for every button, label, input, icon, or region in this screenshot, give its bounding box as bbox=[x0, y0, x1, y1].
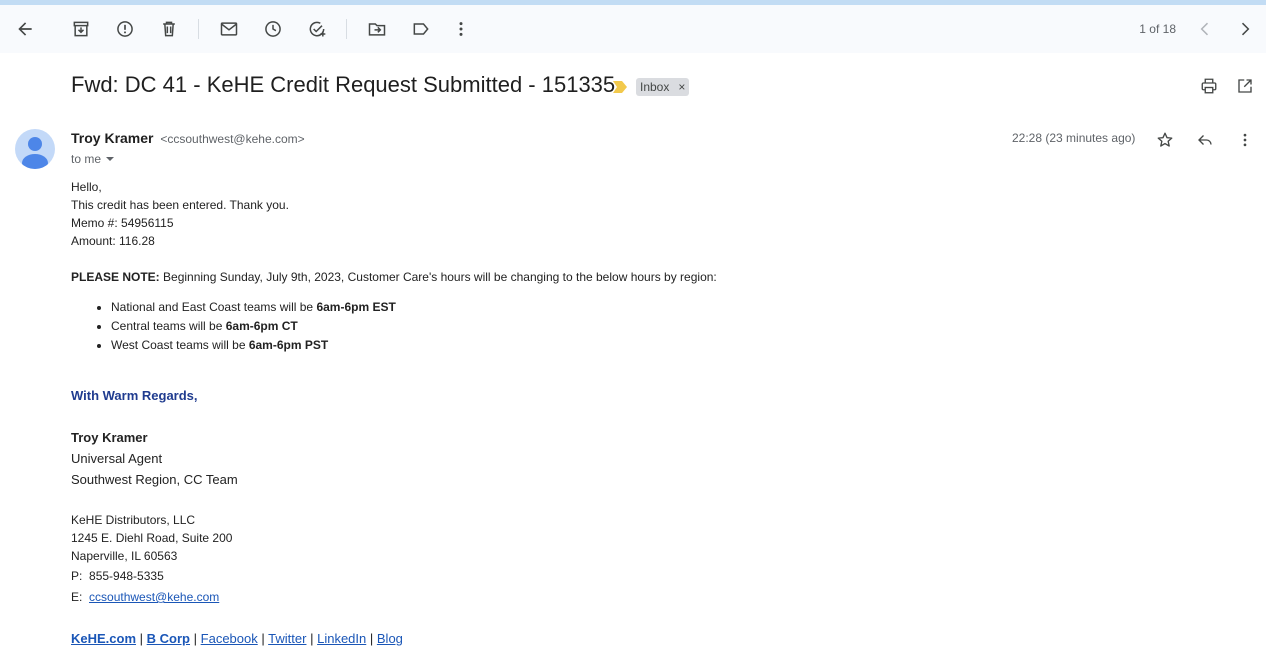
person-icon bbox=[22, 137, 48, 169]
archive-icon bbox=[73, 21, 89, 37]
hours-list: National and East Coast teams will be 6a… bbox=[71, 298, 396, 355]
print-all-button[interactable] bbox=[1193, 70, 1225, 102]
link-kehe[interactable]: KeHE.com bbox=[71, 631, 136, 646]
caret-down-icon bbox=[106, 157, 115, 161]
link-separator: | bbox=[369, 631, 374, 646]
newer-button[interactable] bbox=[1185, 9, 1225, 49]
label-icon bbox=[413, 23, 429, 35]
labels-button[interactable] bbox=[401, 9, 441, 49]
star-button[interactable] bbox=[1153, 128, 1177, 152]
printer-icon bbox=[1201, 78, 1217, 94]
importance-marker-icon[interactable] bbox=[613, 81, 627, 93]
message-subject: Fwd: DC 41 - KeHE Credit Request Submitt… bbox=[71, 72, 616, 97]
message-toolbar: 1 of 18 bbox=[0, 5, 1266, 53]
message-time: 22:28 (23 minutes ago) bbox=[1012, 131, 1136, 145]
memo-line: Memo #: 54956115 bbox=[71, 216, 174, 230]
subject-row: Fwd: DC 41 - KeHE Credit Request Submitt… bbox=[0, 70, 1266, 106]
note-text: Beginning Sunday, July 9th, 2023, Custom… bbox=[159, 270, 717, 284]
link-facebook[interactable]: Facebook bbox=[201, 631, 258, 646]
star-icon bbox=[1157, 132, 1173, 147]
back-button[interactable] bbox=[5, 9, 45, 49]
label-chip-inbox: Inbox × bbox=[636, 78, 690, 96]
label-chip-text: Inbox bbox=[640, 80, 670, 94]
list-item: National and East Coast teams will be 6a… bbox=[111, 298, 396, 317]
toolbar-divider bbox=[198, 19, 199, 39]
open-new-window-button[interactable] bbox=[1229, 70, 1261, 102]
chevron-left-icon bbox=[1200, 22, 1209, 36]
link-separator: | bbox=[261, 631, 265, 646]
trash-icon bbox=[163, 21, 175, 37]
move-to-folder-icon bbox=[368, 23, 386, 36]
chevron-right-icon bbox=[1241, 22, 1250, 36]
hours-value: 6am-6pm EST bbox=[316, 300, 396, 314]
signature-company: KeHE Distributors, LLC bbox=[71, 513, 196, 527]
signature-team: Southwest Region, CC Team bbox=[71, 472, 238, 487]
link-separator: | bbox=[310, 631, 314, 646]
signature-name: Troy Kramer bbox=[71, 430, 148, 445]
recipient-text: to me bbox=[71, 152, 102, 166]
hours-region: Central teams will be bbox=[111, 319, 226, 333]
add-task-button[interactable] bbox=[297, 9, 337, 49]
report-spam-icon bbox=[117, 21, 133, 37]
signature-address-line1: 1245 E. Diehl Road, Suite 200 bbox=[71, 531, 233, 545]
link-blog[interactable]: Blog bbox=[377, 631, 403, 646]
recipient-details-toggle[interactable]: to me bbox=[71, 152, 115, 166]
list-item: West Coast teams will be 6am-6pm PST bbox=[111, 336, 396, 355]
email-link[interactable]: ccsouthwest@kehe.com bbox=[89, 590, 219, 604]
more-vert-icon bbox=[1243, 133, 1247, 147]
hours-value: 6am-6pm CT bbox=[225, 319, 298, 333]
clock-icon bbox=[265, 21, 281, 37]
amount-line: Amount: 116.28 bbox=[71, 234, 155, 248]
signature-phone-line: P: 855-948-5335 bbox=[71, 569, 164, 583]
archive-button[interactable] bbox=[61, 9, 101, 49]
reply-button[interactable] bbox=[1193, 128, 1217, 152]
mail-icon bbox=[220, 22, 238, 36]
mark-unread-button[interactable] bbox=[209, 9, 249, 49]
phone-label: P: bbox=[71, 569, 83, 583]
email-label: E: bbox=[71, 590, 83, 604]
report-spam-button[interactable] bbox=[105, 9, 145, 49]
link-linkedin[interactable]: LinkedIn bbox=[317, 631, 366, 646]
more-button[interactable] bbox=[441, 9, 481, 49]
sender-line: Troy Kramer <ccsouthwest@kehe.com> bbox=[71, 130, 305, 146]
signature-email-line: E: ccsouthwest@kehe.com bbox=[71, 590, 219, 604]
message-more-button[interactable] bbox=[1233, 128, 1257, 152]
snooze-button[interactable] bbox=[253, 9, 293, 49]
reply-icon bbox=[1198, 135, 1212, 145]
footer-links: KeHE.com | B Corp | Facebook | Twitter |… bbox=[71, 631, 403, 646]
link-separator: | bbox=[139, 631, 144, 646]
sender-name[interactable]: Troy Kramer bbox=[71, 130, 153, 146]
more-vert-icon bbox=[459, 22, 463, 36]
older-button[interactable] bbox=[1225, 9, 1265, 49]
link-bcorp[interactable]: B Corp bbox=[147, 631, 190, 646]
sender-email: <ccsouthwest@kehe.com> bbox=[160, 132, 305, 146]
confirmation-line: This credit has been entered. Thank you. bbox=[71, 198, 289, 212]
link-separator: | bbox=[193, 631, 198, 646]
arrow-back-icon bbox=[18, 22, 32, 36]
delete-button[interactable] bbox=[149, 9, 189, 49]
hours-value: 6am-6pm PST bbox=[248, 338, 329, 352]
remove-label-button[interactable]: × bbox=[678, 78, 685, 96]
signature-title: Universal Agent bbox=[71, 451, 163, 466]
sender-avatar[interactable] bbox=[15, 129, 55, 169]
add-task-icon bbox=[309, 21, 326, 37]
hours-region: National and East Coast teams will be bbox=[111, 300, 317, 314]
note-label: PLEASE NOTE: bbox=[71, 270, 160, 284]
open-in-new-icon bbox=[1238, 79, 1252, 93]
pager-text: 1 of 18 bbox=[1139, 22, 1176, 36]
greeting-line: Hello, bbox=[71, 180, 102, 194]
toolbar-divider bbox=[346, 19, 347, 39]
phone-number: 855-948-5335 bbox=[89, 569, 164, 583]
link-twitter[interactable]: Twitter bbox=[268, 631, 306, 646]
note-paragraph: PLEASE NOTE: Beginning Sunday, July 9th,… bbox=[71, 268, 717, 286]
list-item: Central teams will be 6am-6pm CT bbox=[111, 317, 396, 336]
hours-region: West Coast teams will be bbox=[111, 338, 249, 352]
signature-address-line2: Naperville, IL 60563 bbox=[71, 549, 178, 563]
move-to-button[interactable] bbox=[357, 9, 397, 49]
signature-regards: With Warm Regards, bbox=[71, 388, 198, 403]
